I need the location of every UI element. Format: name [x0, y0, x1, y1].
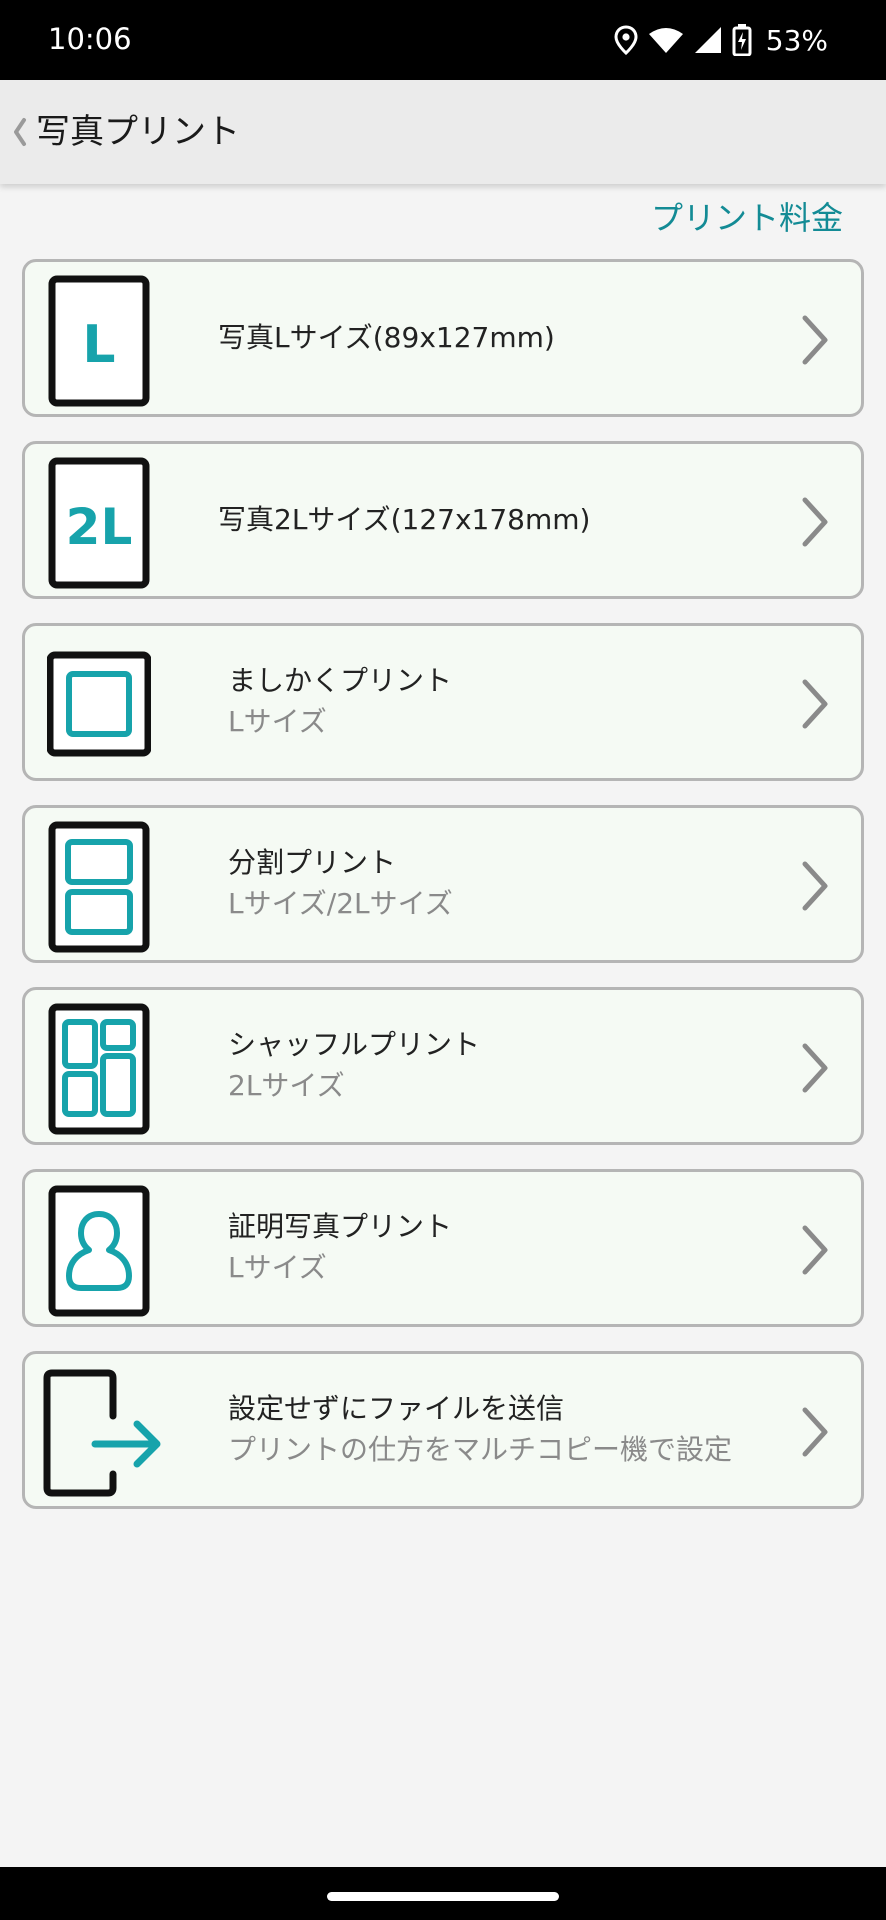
chevron-right-icon	[802, 497, 828, 547]
signal-icon	[694, 26, 722, 54]
menu-item-subtitle: Lサイズ/2Lサイズ	[228, 887, 453, 920]
menu-item-text: ましかくプリント Lサイズ	[228, 626, 788, 778]
menu-item-title: 証明写真プリント	[228, 1210, 453, 1243]
menu-item-text: 写真Lサイズ(89x127mm)	[218, 262, 778, 414]
app-bar: 写真プリント	[0, 80, 886, 184]
status-bar: 10:06 53%	[0, 0, 886, 80]
chevron-right-icon	[802, 861, 828, 911]
location-icon	[614, 25, 638, 55]
send-file-icon	[39, 1366, 169, 1500]
id-photo-icon	[47, 1184, 151, 1318]
menu-item-split-print[interactable]: 分割プリント Lサイズ/2Lサイズ	[22, 805, 864, 963]
battery-charging-icon	[732, 24, 752, 56]
status-icons: 53%	[614, 20, 828, 60]
menu-item-square-print[interactable]: ましかくプリント Lサイズ	[22, 623, 864, 781]
menu-item-2l-size[interactable]: 2L 写真2Lサイズ(127x178mm)	[22, 441, 864, 599]
chevron-right-icon	[802, 315, 828, 365]
print-menu-list: L 写真Lサイズ(89x127mm) 2L 写真2Lサイズ(127x178mm)	[22, 259, 864, 1533]
menu-item-title: 写真2Lサイズ(127x178mm)	[218, 503, 591, 536]
l-size-icon: L	[47, 274, 151, 408]
split-print-icon	[47, 820, 151, 954]
chevron-left-icon	[14, 118, 26, 146]
menu-item-shuffle-print[interactable]: シャッフルプリント 2Lサイズ	[22, 987, 864, 1145]
menu-item-subtitle: 2Lサイズ	[228, 1069, 345, 1102]
menu-item-text: シャッフルプリント 2Lサイズ	[228, 990, 788, 1142]
chevron-right-icon	[802, 679, 828, 729]
menu-item-text: 分割プリント Lサイズ/2Lサイズ	[228, 808, 788, 960]
2l-size-icon: 2L	[47, 456, 151, 590]
menu-item-text: 設定せずにファイルを送信 プリントの仕方をマルチコピー機で設定	[228, 1354, 768, 1506]
print-price-link[interactable]: プリント料金	[651, 196, 843, 240]
menu-item-title: 写真Lサイズ(89x127mm)	[218, 321, 555, 354]
menu-item-title: 設定せずにファイルを送信	[228, 1392, 565, 1425]
battery-percent: 53%	[765, 23, 828, 57]
menu-item-text: 証明写真プリント Lサイズ	[228, 1172, 788, 1324]
back-button[interactable]	[6, 110, 34, 154]
2l-size-icon-text: 2L	[66, 498, 133, 556]
menu-item-subtitle: Lサイズ	[228, 1251, 327, 1284]
menu-item-title: ましかくプリント	[228, 664, 453, 697]
square-print-icon	[47, 638, 151, 772]
chevron-right-icon	[802, 1043, 828, 1093]
chevron-right-icon	[802, 1225, 828, 1275]
menu-item-title: シャッフルプリント	[228, 1028, 481, 1061]
page-title: 写真プリント	[36, 112, 240, 152]
l-size-icon-text: L	[82, 315, 115, 375]
chevron-right-icon	[802, 1407, 828, 1457]
wifi-icon	[648, 26, 684, 54]
menu-item-subtitle: プリントの仕方をマルチコピー機で設定	[228, 1433, 733, 1466]
menu-item-title: 分割プリント	[228, 846, 397, 879]
shuffle-print-icon	[47, 1002, 151, 1136]
menu-item-l-size[interactable]: L 写真Lサイズ(89x127mm)	[22, 259, 864, 417]
status-time: 10:06	[48, 22, 132, 56]
menu-item-send-file[interactable]: 設定せずにファイルを送信 プリントの仕方をマルチコピー機で設定	[22, 1351, 864, 1509]
menu-item-text: 写真2Lサイズ(127x178mm)	[218, 444, 778, 596]
home-gesture-handle[interactable]	[327, 1892, 559, 1901]
menu-item-subtitle: Lサイズ	[228, 705, 327, 738]
menu-item-id-photo-print[interactable]: 証明写真プリント Lサイズ	[22, 1169, 864, 1327]
